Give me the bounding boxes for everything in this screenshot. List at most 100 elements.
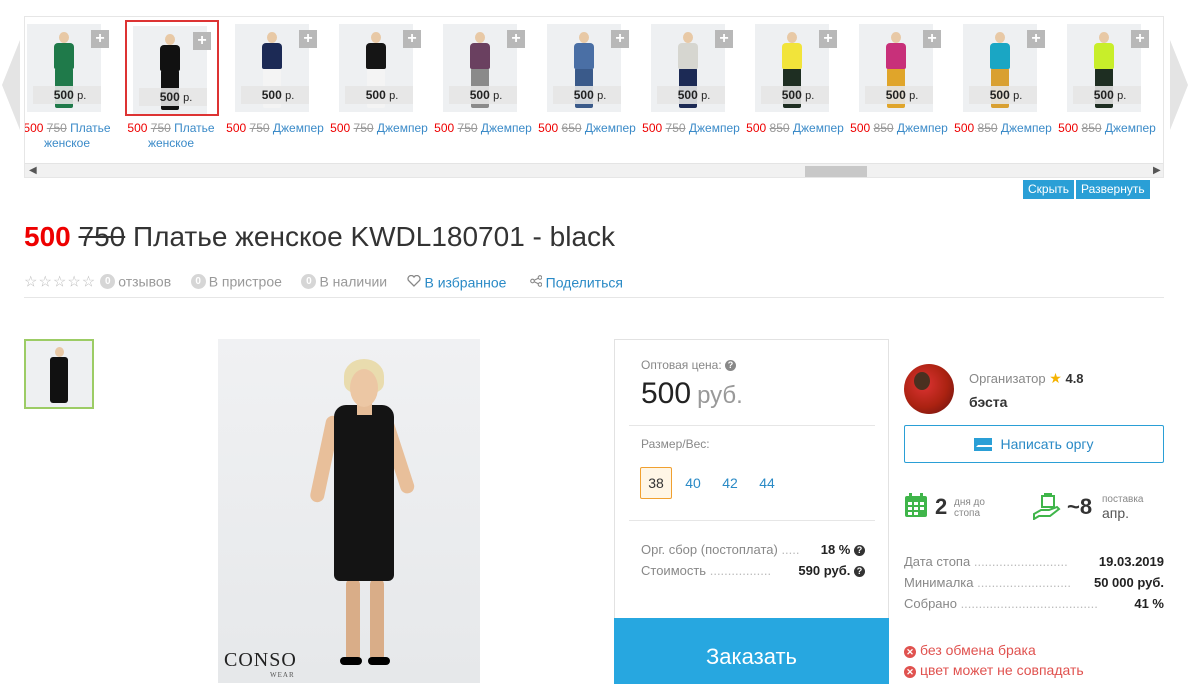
add-to-cart-plus-icon[interactable]: +: [299, 30, 317, 48]
add-to-cart-plus-icon[interactable]: +: [507, 30, 525, 48]
model-shoe-left: [340, 657, 362, 665]
carousel-item-frame[interactable]: 500 р. +: [437, 20, 531, 116]
organizer-label: Организатор ★ 4.8: [969, 370, 1084, 386]
carousel-scrollbar[interactable]: ◀ ▶: [25, 163, 1163, 177]
add-to-cart-plus-icon[interactable]: +: [923, 30, 941, 48]
help-icon[interactable]: ?: [854, 566, 865, 577]
wholesale-price-label: Оптовая цена: ?: [641, 358, 737, 372]
carousel-item[interactable]: 500 р. +500 850 Джемпер: [953, 17, 1053, 162]
write-organizer-button[interactable]: Написать оргу: [904, 425, 1164, 463]
carousel-item-frame[interactable]: 500 р. +: [749, 20, 843, 116]
size-option-40[interactable]: 40: [677, 467, 709, 499]
carousel-item-frame[interactable]: 500 р. +: [333, 20, 427, 116]
carousel-item[interactable]: 500 р. +500 750 Джемпер: [225, 17, 325, 162]
carousel-item[interactable]: 500 р. +500 850 Джемпер: [745, 17, 845, 162]
close-circle-icon: ✕: [904, 646, 916, 658]
close-circle-icon: ✕: [904, 666, 916, 678]
help-icon[interactable]: ?: [854, 545, 865, 556]
carousel-item-caption[interactable]: 500 750 Джемпер: [641, 121, 741, 136]
help-icon[interactable]: ?: [725, 360, 737, 371]
size-option-42[interactable]: 42: [714, 467, 746, 499]
days-caption-2: стопа: [954, 508, 981, 519]
cost-row: Стоимость ................. 590 руб. ?: [641, 563, 865, 578]
carousel-item-image[interactable]: 500 р.: [235, 24, 309, 112]
carousel-item-caption[interactable]: 500 750 Платье женское: [121, 121, 221, 151]
add-to-cart-plus-icon[interactable]: +: [403, 30, 421, 48]
attached-label[interactable]: В пристрое: [209, 273, 282, 289]
carousel-item-caption[interactable]: 500 750 Джемпер: [433, 121, 533, 136]
scroll-right-arrow[interactable]: ▶: [1153, 165, 1161, 176]
envelope-icon: [974, 438, 993, 451]
add-to-cart-plus-icon[interactable]: +: [1131, 30, 1149, 48]
carousel-item-image[interactable]: 500 р.: [1067, 24, 1141, 112]
carousel-item-caption[interactable]: 500 750 Джемпер: [225, 121, 325, 136]
carousel-item-caption[interactable]: 500 650 Джемпер: [537, 121, 637, 136]
carousel-item-frame[interactable]: 500 р. +: [125, 20, 219, 116]
gallery-thumbnail[interactable]: [24, 339, 94, 409]
carousel-item-caption[interactable]: 500 850 Джемпер: [1057, 121, 1157, 136]
add-to-cart-plus-icon[interactable]: +: [1027, 30, 1045, 48]
add-to-cart-plus-icon[interactable]: +: [611, 30, 629, 48]
carousel-item-image[interactable]: 500 р.: [27, 24, 101, 112]
carousel-item-caption[interactable]: 500 850 Джемпер: [745, 121, 845, 136]
carousel-item-frame[interactable]: 500 р. +: [1061, 20, 1155, 116]
organizer-avatar[interactable]: [904, 364, 954, 414]
hide-button[interactable]: Скрыть: [1023, 180, 1074, 199]
stock-label[interactable]: В наличии: [319, 273, 387, 289]
favorite-link[interactable]: В избранное: [406, 273, 506, 290]
carousel-item[interactable]: 500 р. +500 850 Джемпер: [849, 17, 949, 162]
organizer-name[interactable]: бэста: [969, 394, 1007, 410]
carousel-next-arrow[interactable]: [1170, 40, 1190, 130]
scrollbar-thumb[interactable]: [805, 166, 867, 177]
carousel-item-image[interactable]: 500 р.: [547, 24, 621, 112]
carousel-item-frame[interactable]: 500 р. +: [853, 20, 947, 116]
page-title: 500 750 Платье женское KWDL180701 - blac…: [24, 220, 615, 254]
expand-button[interactable]: Развернуть: [1075, 180, 1150, 199]
cost-value: 590 руб. ?: [798, 563, 865, 578]
share-link[interactable]: Поделиться: [529, 273, 623, 290]
carousel-item-image[interactable]: 500 р.: [755, 24, 829, 112]
stock-count: 0: [301, 273, 317, 289]
carousel-item[interactable]: 500 р. +500 650 Джемпер: [537, 17, 637, 162]
main-product-photo[interactable]: CONSO WEAR: [218, 339, 480, 683]
share-icon: [529, 274, 543, 287]
delivery-month: апр.: [1102, 505, 1130, 521]
carousel-item-frame[interactable]: 500 р. +: [229, 20, 323, 116]
price-panel: Оптовая цена: ? 500 руб. Размер/Вес: 38 4…: [614, 339, 889, 684]
carousel-item-caption[interactable]: 500 850 Джемпер: [953, 121, 1053, 136]
carousel-item-frame[interactable]: 500 р. +: [957, 20, 1051, 116]
reviews-label[interactable]: отзывов: [118, 273, 171, 289]
carousel-item-frame[interactable]: 500 р. +: [25, 20, 115, 116]
size-option-38[interactable]: 38: [640, 467, 672, 499]
carousel-item-image[interactable]: 500 р.: [339, 24, 413, 112]
rating-stars-icon[interactable]: ☆☆☆☆☆: [24, 273, 96, 290]
product-meta-bar: ☆☆☆☆☆ 0 отзывов 0В пристрое 0В наличии В и…: [24, 272, 1164, 298]
carousel-item[interactable]: 500 р. +500 750 Джемпер: [433, 17, 533, 162]
carousel-item-frame[interactable]: 500 р. +: [541, 20, 635, 116]
stop-date-value: 19.03.2019: [1098, 554, 1164, 569]
carousel-item-image[interactable]: 500 р.: [443, 24, 517, 112]
carousel-prev-arrow[interactable]: [0, 40, 20, 130]
carousel-item[interactable]: 500 р. +500 850 Джемпер: [1057, 17, 1157, 162]
carousel-item-frame[interactable]: 500 р. +: [645, 20, 739, 116]
order-button[interactable]: Заказать: [614, 618, 889, 684]
scroll-left-arrow[interactable]: ◀: [29, 165, 37, 176]
carousel-item[interactable]: 500 р. +500 750 Платье женское: [25, 17, 117, 162]
add-to-cart-plus-icon[interactable]: +: [193, 32, 211, 50]
carousel-item-image[interactable]: 500 р.: [651, 24, 725, 112]
carousel-item-image[interactable]: 500 р.: [963, 24, 1037, 112]
warning-color-mismatch: ✕ цвет может не совпадать: [904, 662, 1084, 678]
carousel-item[interactable]: 500 р. +500 750 Джемпер: [329, 17, 429, 162]
size-option-44[interactable]: 44: [751, 467, 783, 499]
carousel-item-caption[interactable]: 500 850 Джемпер: [849, 121, 949, 136]
carousel-item[interactable]: 500 р. +500 750 Джемпер: [641, 17, 741, 162]
title-price-old: 750: [78, 221, 126, 252]
add-to-cart-plus-icon[interactable]: +: [819, 30, 837, 48]
add-to-cart-plus-icon[interactable]: +: [715, 30, 733, 48]
add-to-cart-plus-icon[interactable]: +: [91, 30, 109, 48]
carousel-item-image[interactable]: 500 р.: [859, 24, 933, 112]
carousel-item-caption[interactable]: 500 750 Джемпер: [329, 121, 429, 136]
warning-no-exchange: ✕ без обмена брака: [904, 642, 1036, 658]
carousel-item[interactable]: 500 р. + 500 750 Платье женское: [121, 17, 221, 162]
carousel-item-caption[interactable]: 500 750 Платье женское: [25, 121, 117, 151]
